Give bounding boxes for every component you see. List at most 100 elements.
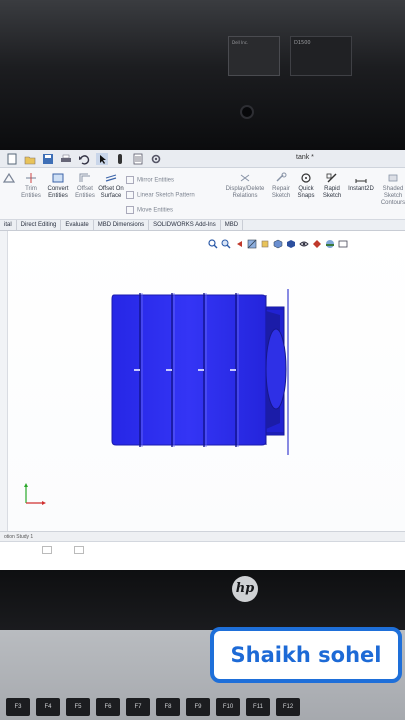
previous-view-icon[interactable]	[234, 236, 244, 247]
tab-direct-editing[interactable]: Direct Editing	[17, 220, 62, 230]
hp-logo: hp	[232, 576, 258, 602]
rapid-sketch-button[interactable]: Rapid Sketch	[320, 172, 344, 200]
display-style-icon[interactable]	[286, 236, 296, 248]
rebuild-icon[interactable]	[114, 153, 126, 165]
repair-icon	[276, 172, 287, 182]
relations-icon	[240, 174, 250, 182]
graphics-area[interactable]	[0, 231, 405, 531]
key: F9	[186, 698, 210, 716]
command-manager-tabs: ital Direct Editing Evaluate MBD Dimensi…	[0, 220, 405, 231]
save-icon[interactable]	[42, 153, 54, 165]
snap-icon	[301, 173, 311, 183]
mirror-icon	[126, 176, 134, 184]
motion-study-tab[interactable]: otion Study 1	[4, 534, 33, 540]
heads-up-view-toolbar	[208, 235, 348, 249]
print-icon[interactable]	[60, 153, 72, 165]
hide-show-items-icon[interactable]	[299, 236, 309, 247]
quick-snaps-button[interactable]: Quick Snaps	[294, 172, 318, 200]
repair-label: Repair Sketch	[271, 186, 291, 199]
linear-pattern-label: Linear Sketch Pattern	[137, 192, 195, 199]
shaded-sketch-contours-button[interactable]: Shaded Sketch Contours	[378, 172, 405, 207]
convert-icon	[52, 173, 64, 183]
trim-icon	[26, 173, 36, 183]
repair-sketch-button[interactable]: Repair Sketch	[268, 172, 294, 200]
laptop-sticker-2: D1500	[290, 36, 352, 76]
sticker-text-2: D1500	[294, 40, 311, 46]
snaps-label: Quick Snaps	[297, 186, 315, 199]
key: F7	[126, 698, 150, 716]
undo-icon[interactable]	[78, 153, 90, 165]
move-label: Move Entities	[137, 207, 174, 214]
sticker-text: Dell Inc.	[232, 40, 249, 45]
tank-dome	[265, 328, 287, 410]
key: F12	[276, 698, 300, 716]
view-settings-icon[interactable]	[338, 236, 348, 248]
key: F10	[216, 698, 240, 716]
key: F11	[246, 698, 270, 716]
laptop-bottom-bezel	[0, 570, 405, 630]
offset-surface-label: Offset On Surface	[98, 186, 124, 199]
new-doc-icon[interactable]	[6, 153, 18, 165]
rapid-sketch-label: Rapid Sketch	[322, 186, 342, 199]
motion-study-tabs: otion Study 1	[0, 531, 405, 541]
status-icon-1[interactable]	[42, 546, 52, 554]
status-icon-grid[interactable]	[74, 546, 84, 554]
status-bar	[0, 541, 405, 570]
name-watermark: Shaikh sohel	[210, 627, 402, 683]
key: F4	[36, 698, 60, 716]
key: F6	[96, 698, 120, 716]
offset-label: Offset Entities	[75, 186, 95, 199]
webcam	[240, 105, 254, 119]
key: F8	[156, 698, 180, 716]
instant2d-label: Instant2D	[348, 186, 374, 192]
instant2d-icon	[355, 179, 367, 183]
zoom-to-fit-icon[interactable]	[208, 236, 218, 249]
offset-on-surface-button[interactable]: Offset On Surface	[98, 172, 124, 200]
offset-icon	[79, 173, 90, 182]
dynamic-annotation-icon[interactable]	[260, 236, 270, 248]
shaded-icon	[388, 174, 398, 182]
section-view-icon[interactable]	[247, 236, 257, 249]
file-properties-icon[interactable]	[132, 153, 144, 165]
offset-entities-button[interactable]: Offset Entities	[73, 172, 97, 200]
reference-triad-icon	[24, 483, 46, 505]
view-orientation-icon[interactable]	[273, 236, 283, 249]
move-entities-button[interactable]: Move Entities	[126, 206, 173, 214]
tab-solidworks-addins[interactable]: SOLIDWORKS Add-Ins	[149, 220, 221, 230]
mirror-entities-button[interactable]: Mirror Entities	[126, 176, 174, 184]
offset-surface-icon	[105, 174, 117, 182]
edit-appearance-icon[interactable]	[312, 236, 322, 248]
trim-entities-button[interactable]: Trim Entities	[18, 172, 44, 200]
tab-mbd[interactable]: MBD	[221, 220, 244, 230]
tank-model[interactable]	[108, 289, 298, 459]
options-gear-icon[interactable]	[150, 153, 162, 165]
open-icon[interactable]	[24, 153, 36, 165]
convert-entities-button[interactable]: Convert Entities	[44, 172, 72, 200]
trim-label: Trim Entities	[21, 186, 41, 199]
apply-scene-icon[interactable]	[325, 236, 335, 248]
feature-tree-edge[interactable]	[0, 231, 8, 531]
instant2d-button[interactable]: Instant2D	[346, 172, 376, 193]
document-title: tank *	[296, 154, 314, 161]
function-key-row: F3 F4 F5 F6 F7 F8 F9 F10 F11 F12	[0, 698, 405, 720]
ribbon-left-tools[interactable]	[2, 172, 16, 186]
linear-pattern-button[interactable]: Linear Sketch Pattern	[126, 191, 195, 199]
display-delete-relations-button[interactable]: Display/Delete Relations	[222, 172, 268, 200]
move-icon	[126, 206, 134, 214]
convert-label: Convert Entities	[47, 186, 69, 199]
tab-sketch[interactable]: ital	[0, 220, 17, 230]
key: F5	[66, 698, 90, 716]
tab-evaluate[interactable]: Evaluate	[61, 220, 94, 230]
select-cursor-icon[interactable]	[96, 152, 108, 165]
mirror-label: Mirror Entities	[137, 177, 175, 184]
zoom-area-icon[interactable]	[221, 236, 231, 249]
shaded-label: Shaded Sketch Contours	[380, 186, 405, 206]
command-manager-ribbon: Trim Entities Convert Entities Offset En…	[0, 168, 405, 220]
key: F3	[6, 698, 30, 716]
watermark-text: Shaikh sohel	[230, 643, 382, 667]
relations-label: Display/Delete Relations	[225, 186, 265, 199]
quick-access-toolbar: tank *	[0, 150, 405, 168]
linear-pattern-icon	[126, 191, 134, 199]
sketch-tools-icon	[2, 172, 16, 183]
tab-mbd-dimensions[interactable]: MBD Dimensions	[94, 220, 150, 230]
